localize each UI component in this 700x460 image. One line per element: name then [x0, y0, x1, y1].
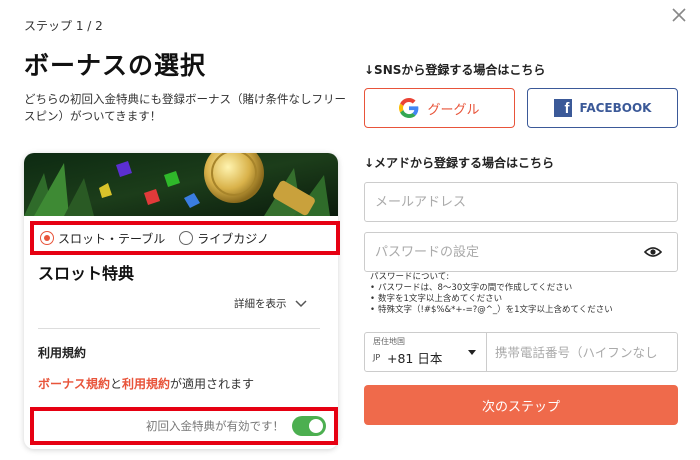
- bonus-title: スロット特典: [38, 264, 135, 283]
- terms-heading: 利用規約: [38, 346, 87, 360]
- password-requirements-title: パスワードについて:: [370, 272, 450, 282]
- email-field[interactable]: [364, 182, 678, 222]
- first-deposit-bonus-label: 初回入金特典が有効です！: [146, 419, 284, 433]
- close-button[interactable]: [668, 4, 690, 26]
- email-signup-label: ↓メアドから登録する場合はこちら: [364, 156, 555, 170]
- terms-of-use-link[interactable]: 利用規約: [122, 377, 170, 391]
- step-indicator: ステップ 1 / 2: [24, 19, 103, 33]
- bonus-terms-link[interactable]: ボーナス規約: [38, 377, 110, 391]
- page-title: ボーナスの選択: [24, 51, 207, 80]
- radio-live-casino[interactable]: ライブカジノ: [179, 230, 269, 247]
- divider: [38, 328, 320, 329]
- country-code-select[interactable]: 居住地国 JP +81 日本: [365, 333, 487, 371]
- country-code: JP: [373, 353, 381, 362]
- sns-signup-label: ↓SNSから登録する場合はこちら: [364, 63, 546, 77]
- password-requirements: パスワードについて: パスワードは、8～30文字の間で作成してください 数字を1…: [370, 272, 613, 316]
- terms-text: ボーナス規約と利用規約が適用されます: [38, 375, 254, 392]
- close-icon: [672, 8, 686, 22]
- page-description: どちらの初回入金特典にも登録ボーナス（賭け条件なしフリースピン）がついてきます！: [24, 92, 346, 123]
- phone-number-field[interactable]: [487, 333, 677, 371]
- password-rule: パスワードは、8～30文字の間で作成してください: [370, 283, 613, 294]
- terms-suffix-text: が適用されます: [170, 377, 255, 391]
- google-signup-button[interactable]: グーグル: [364, 88, 515, 128]
- chevron-down-icon: [294, 299, 307, 307]
- radio-live-casino-label: ライブカジノ: [197, 231, 270, 246]
- next-step-button[interactable]: 次のステップ: [364, 385, 678, 425]
- bonus-banner-image: [24, 153, 338, 216]
- country-value: +81 日本: [387, 351, 443, 366]
- radio-slot-table[interactable]: スロット・テーブル: [40, 230, 165, 247]
- terms-and-text: と: [110, 377, 123, 391]
- radio-unselected-icon: [179, 231, 194, 245]
- password-field[interactable]: [364, 232, 678, 272]
- password-rule: 特殊文字（!#$%&*+-=?@^_）を1文字以上含めてください: [370, 305, 613, 316]
- caret-down-icon: [468, 350, 476, 355]
- country-label: 居住地国: [373, 337, 405, 346]
- facebook-icon: f: [553, 99, 572, 117]
- show-password-icon[interactable]: [643, 243, 663, 262]
- radio-slot-table-label: スロット・テーブル: [58, 231, 166, 246]
- radio-selected-icon: [40, 231, 54, 245]
- google-signup-label: グーグル: [427, 102, 480, 118]
- google-icon: [399, 98, 419, 118]
- facebook-signup-button[interactable]: f FACEBOOK: [527, 88, 678, 128]
- facebook-signup-label: FACEBOOK: [579, 101, 652, 115]
- phone-field-group: 居住地国 JP +81 日本: [364, 332, 678, 372]
- password-rule: 数字を1文字以上含めてください: [370, 294, 613, 305]
- show-details-button[interactable]: 詳細を表示: [234, 296, 307, 311]
- show-details-label: 詳細を表示: [234, 298, 287, 310]
- first-deposit-bonus-toggle[interactable]: [292, 416, 326, 436]
- first-deposit-bonus-row: 初回入金特典が有効です！: [30, 407, 338, 445]
- bonus-type-selector: スロット・テーブル ライブカジノ: [30, 221, 340, 255]
